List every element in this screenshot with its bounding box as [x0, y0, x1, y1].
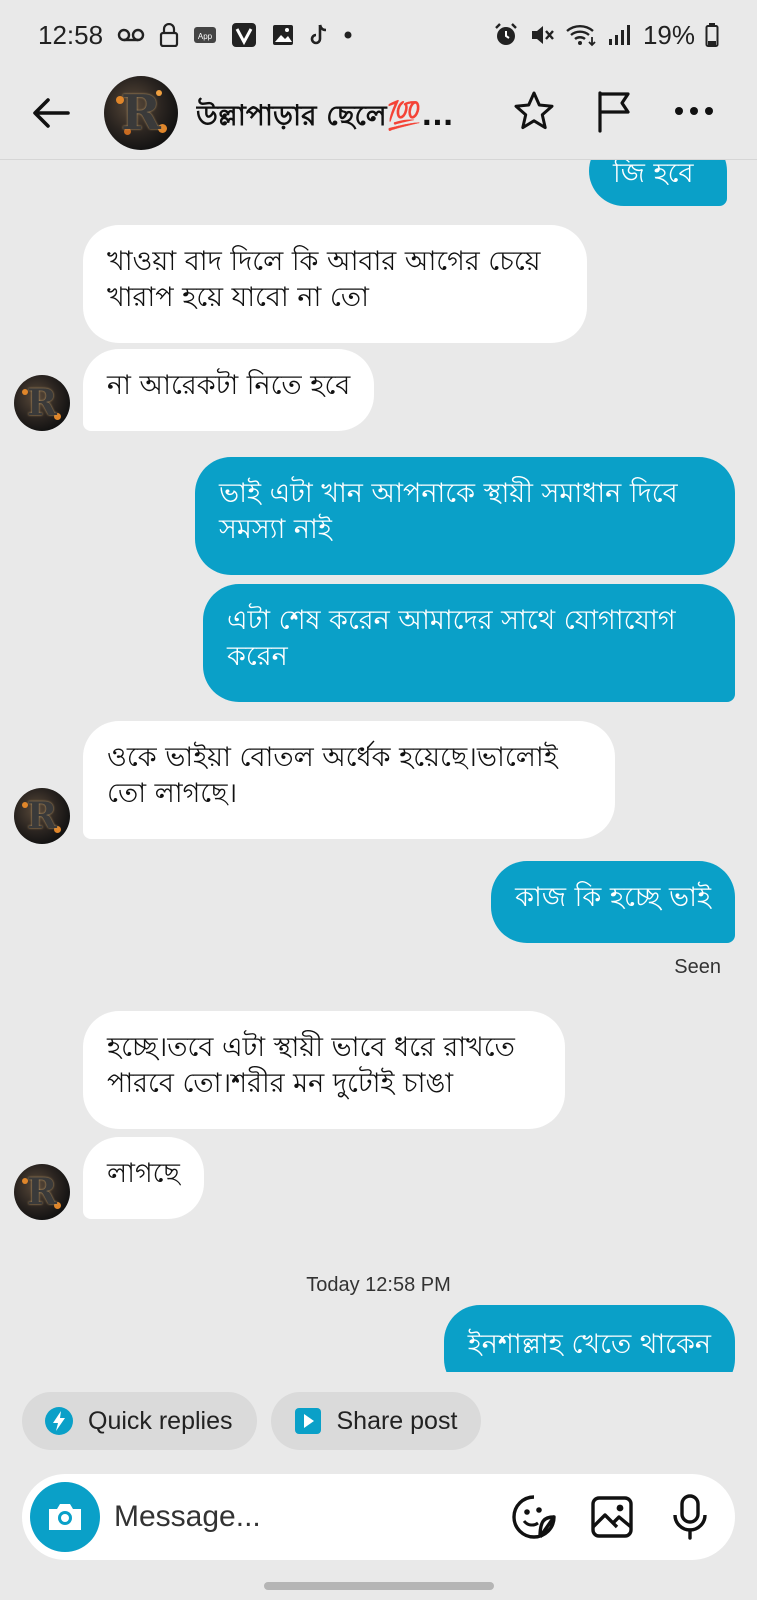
status-time: 12:58 — [38, 19, 104, 50]
tiktok-icon — [309, 23, 329, 47]
timestamp: Today 12:58 PM — [306, 1274, 451, 1296]
message-bubble-incoming[interactable]: ওকে ভাইয়া বোতল অর্ধেক হয়েছে।ভালোই তো ল… — [83, 721, 615, 839]
share-post-button[interactable]: Share post — [270, 1392, 482, 1450]
dot-icon — [343, 30, 353, 40]
battery-icon — [705, 22, 719, 48]
play-icon — [293, 1406, 323, 1436]
gallery-icon — [271, 23, 295, 47]
flag-icon[interactable] — [591, 88, 637, 134]
image-icon[interactable] — [587, 1492, 637, 1542]
share-post-label: Share post — [336, 1406, 458, 1435]
message-bubble-incoming[interactable]: লাগছে — [83, 1137, 204, 1219]
lightning-icon — [44, 1406, 74, 1436]
microphone-icon[interactable] — [665, 1492, 715, 1542]
chat-thread[interactable]: জি হবে খাওয়া বাদ দিলে কি আবার আগের চেয়… — [0, 160, 757, 1372]
more-icon[interactable] — [671, 88, 717, 134]
voicemail-icon — [117, 26, 145, 44]
message-bubble-outgoing[interactable]: ইনশাল্লাহ খেতে থাকেন — [443, 1305, 735, 1372]
wifi-icon — [565, 23, 597, 47]
signal-icon — [607, 23, 633, 47]
avatar-letter: R — [27, 382, 57, 424]
quick-replies-button[interactable]: Quick replies — [22, 1392, 257, 1450]
seen-indicator: Seen — [674, 956, 721, 978]
back-button[interactable] — [28, 90, 74, 136]
lock-icon — [159, 23, 179, 47]
quick-actions: Quick replies Share post — [22, 1392, 482, 1450]
v-app-icon — [231, 22, 257, 48]
sender-avatar[interactable]: R — [14, 788, 70, 844]
message-composer — [22, 1474, 735, 1560]
sticker-icon[interactable] — [509, 1492, 559, 1542]
chat-header: R উল্লাপাড়ার ছেলে💯... — [0, 70, 757, 160]
quick-replies-label: Quick replies — [88, 1406, 233, 1435]
message-bubble-outgoing[interactable]: ভাই এটা খান আপনাকে স্থায়ী সমাধান দিবে স… — [195, 457, 735, 575]
message-bubble-incoming[interactable]: না আরেকটা নিতে হবে — [83, 349, 375, 431]
message-bubble-outgoing[interactable]: কাজ কি হচ্ছে ভাই — [491, 861, 735, 943]
app-icon: App — [193, 24, 217, 46]
message-input[interactable] — [114, 1490, 434, 1544]
home-indicator[interactable] — [264, 1582, 494, 1590]
battery-percent: 19% — [642, 19, 695, 50]
message-bubble-incoming[interactable]: খাওয়া বাদ দিলে কি আবার আগের চেয়ে খারাপ… — [83, 225, 587, 343]
avatar-letter: R — [27, 795, 57, 837]
avatar-letter: R — [27, 1171, 57, 1213]
avatar-letter: R — [121, 85, 161, 141]
message-bubble-outgoing[interactable]: এটা শেষ করেন আমাদের সাথে যোগাযোগ করেন — [203, 584, 735, 702]
sender-avatar[interactable]: R — [14, 1164, 70, 1220]
svg-text:App: App — [198, 32, 213, 41]
sender-avatar[interactable]: R — [14, 375, 70, 431]
mute-icon — [529, 22, 555, 48]
star-icon[interactable] — [511, 88, 557, 134]
status-bar: 12:58 App 19% — [0, 0, 757, 70]
chat-title[interactable]: উল্লাপাড়ার ছেলে💯... — [196, 94, 486, 141]
avatar[interactable]: R — [104, 76, 178, 150]
camera-icon — [49, 1504, 81, 1530]
message-bubble-incoming[interactable]: হচ্ছে।তবে এটা স্থায়ী ভাবে ধরে রাখতে পার… — [83, 1011, 565, 1129]
alarm-icon — [493, 22, 519, 48]
message-bubble-outgoing[interactable]: জি হবে — [589, 160, 727, 206]
arrow-left-icon — [33, 98, 70, 128]
camera-button[interactable] — [30, 1482, 100, 1552]
